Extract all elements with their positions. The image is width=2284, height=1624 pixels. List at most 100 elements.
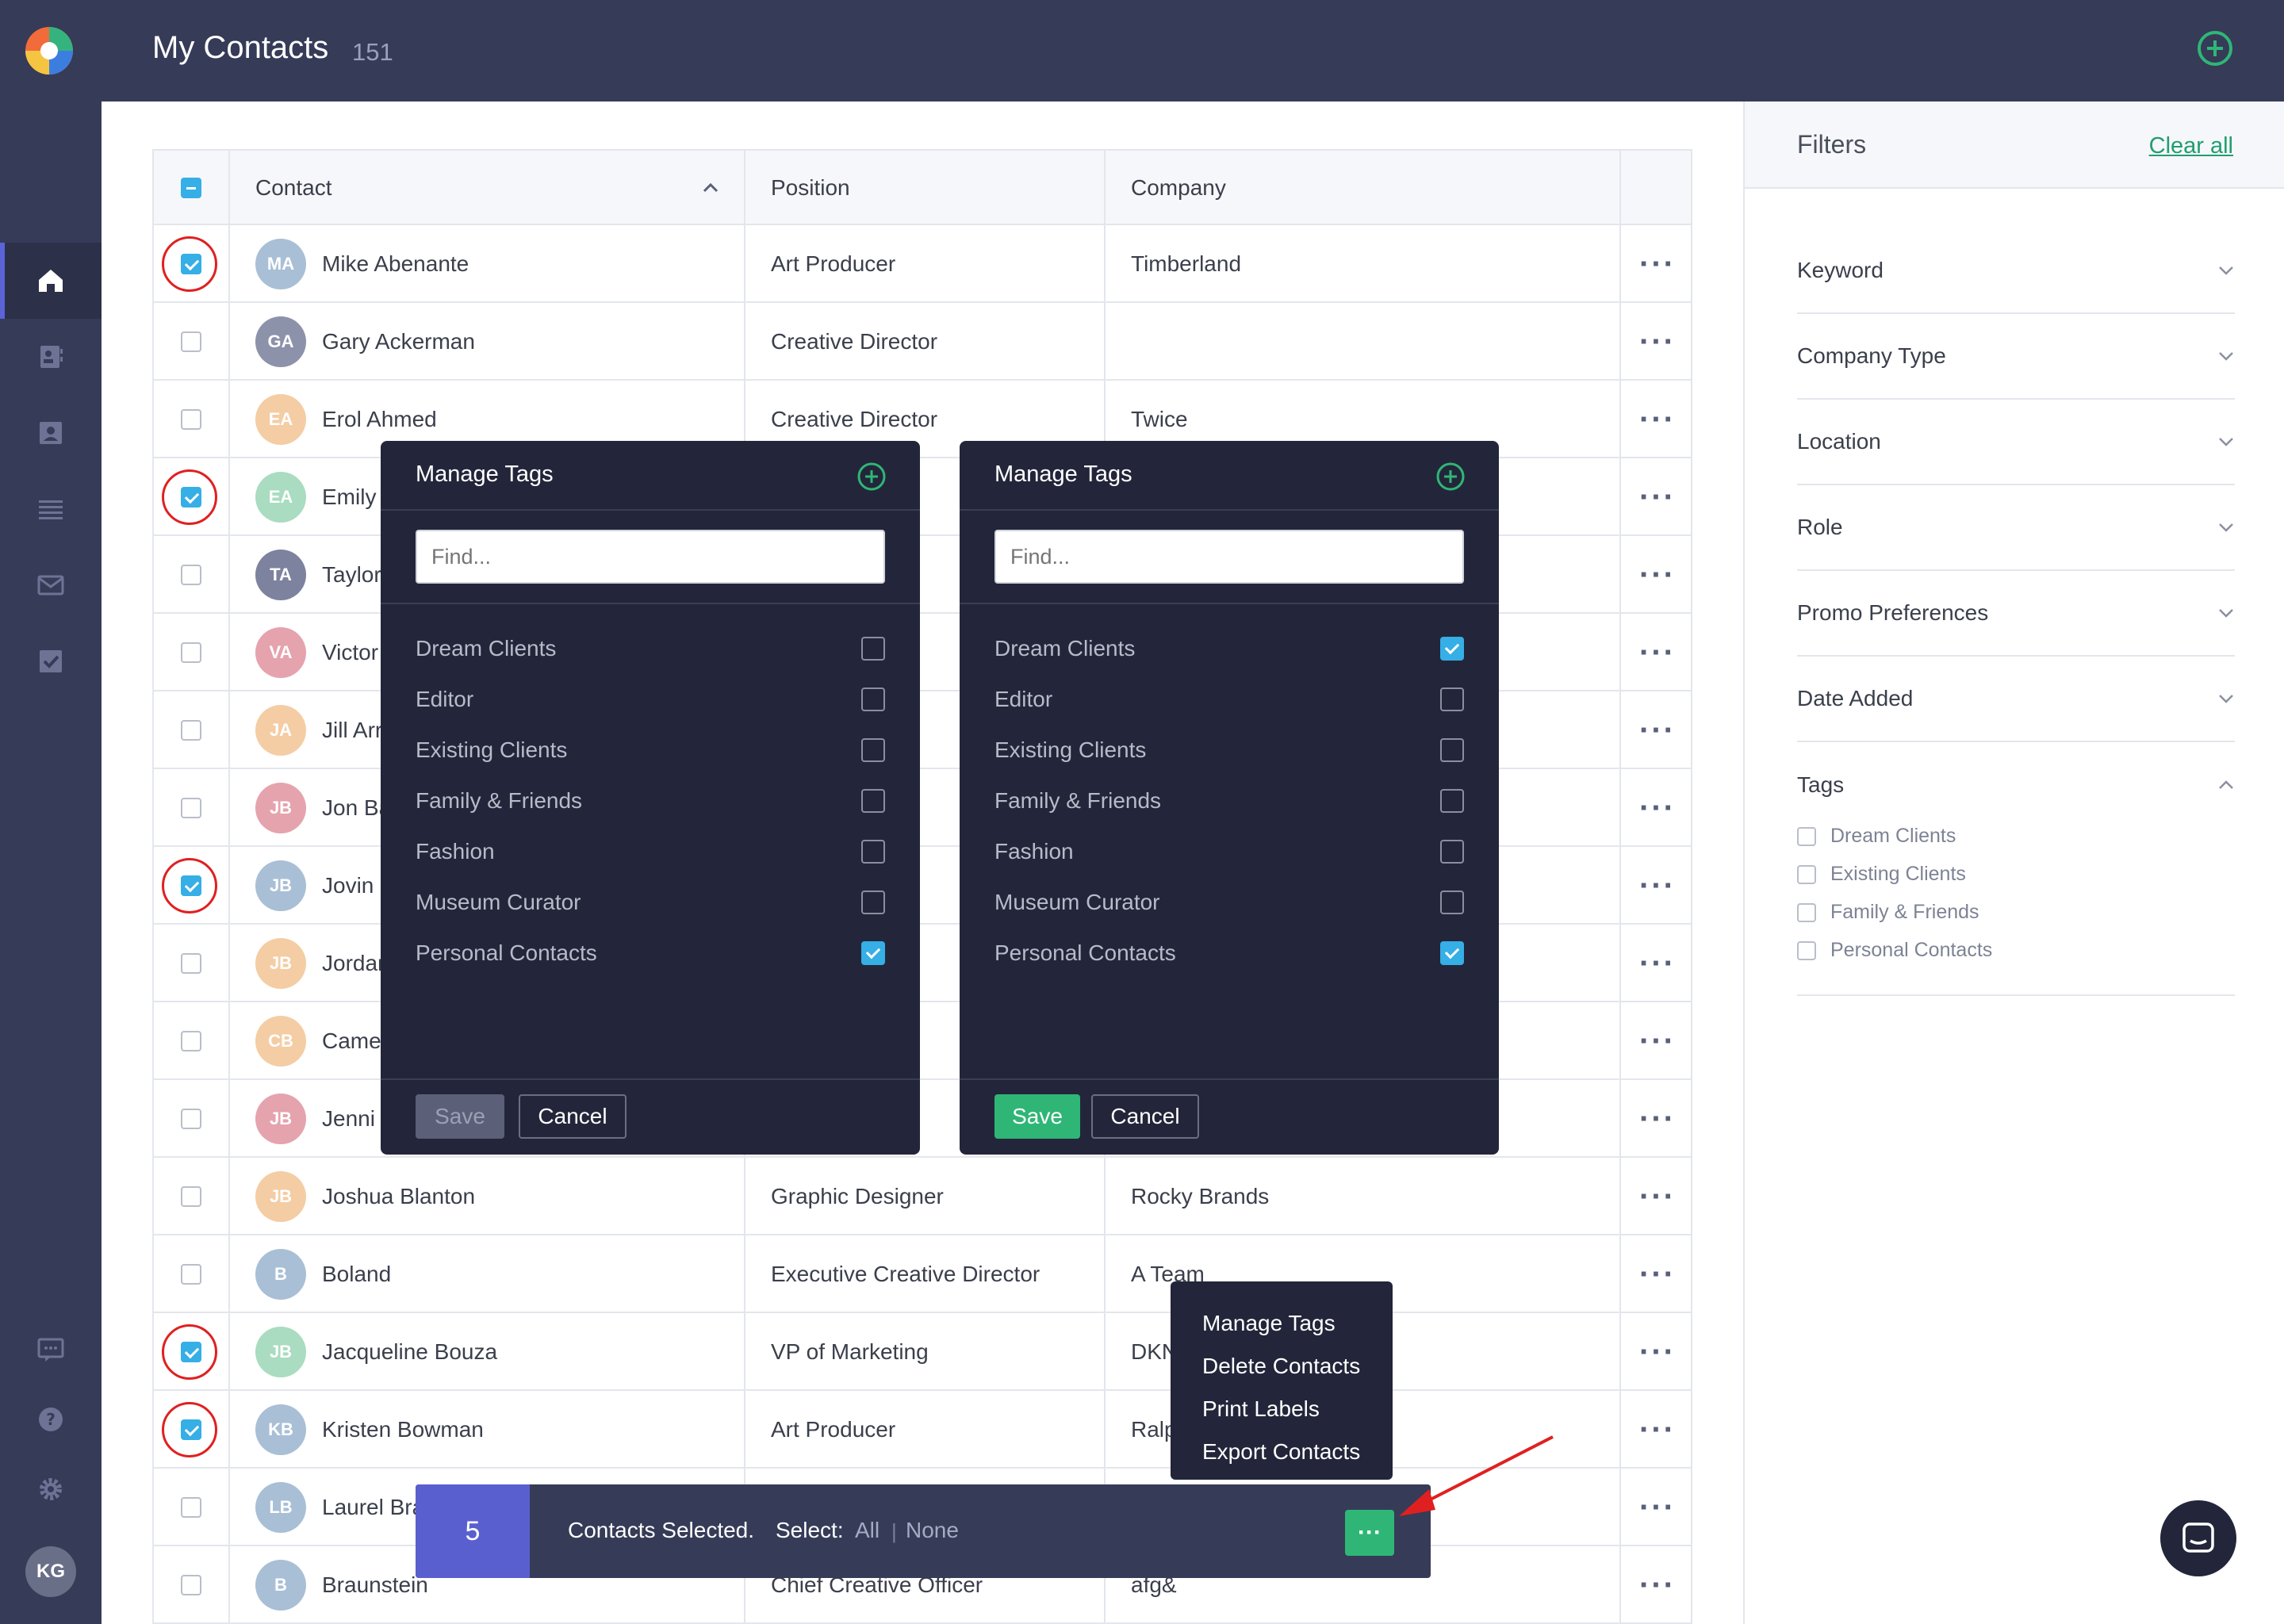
contact-name[interactable]: Taylor	[322, 562, 381, 588]
row-checkbox[interactable]	[181, 487, 201, 508]
row-actions-cell[interactable]: ···	[1621, 1235, 1694, 1313]
add-tag-icon[interactable]	[856, 462, 887, 492]
save-button[interactable]: Save	[416, 1094, 504, 1139]
header-select-all[interactable]	[154, 151, 230, 225]
user-avatar[interactable]: KG	[25, 1546, 76, 1597]
tag-filter-checkbox[interactable]	[1797, 826, 1816, 846]
tag-filter-checkbox[interactable]	[1797, 864, 1816, 884]
more-options-icon[interactable]: ···	[1639, 481, 1676, 513]
nav-help[interactable]: ?	[0, 1381, 102, 1457]
tag-filter-option[interactable]: Dream Clients	[1797, 825, 1956, 848]
row-checkbox[interactable]	[181, 1109, 201, 1129]
app-logo-icon[interactable]	[22, 24, 76, 78]
tag-option[interactable]: Existing Clients	[994, 725, 1464, 776]
chat-launcher-button[interactable]	[2160, 1500, 2236, 1576]
row-checkbox[interactable]	[181, 409, 201, 430]
tag-checkbox[interactable]	[1440, 891, 1464, 914]
contact-name[interactable]: Laurel Bra	[322, 1495, 424, 1520]
sort-ascending-icon[interactable]	[701, 178, 720, 197]
add-tag-icon[interactable]	[1435, 462, 1466, 492]
nav-mail[interactable]	[0, 547, 102, 623]
row-select-cell[interactable]	[154, 536, 230, 614]
row-select-cell[interactable]	[154, 614, 230, 691]
row-select-cell[interactable]	[154, 1313, 230, 1391]
contact-name[interactable]: Joshua Blanton	[322, 1184, 475, 1209]
contact-name[interactable]: Boland	[322, 1262, 391, 1287]
filter-section-promo-preferences[interactable]: Promo Preferences	[1797, 571, 2235, 657]
row-actions-cell[interactable]: ···	[1621, 691, 1694, 769]
more-options-icon[interactable]: ···	[1639, 1569, 1676, 1601]
row-actions-cell[interactable]: ···	[1621, 614, 1694, 691]
tag-option[interactable]: Museum Curator	[994, 877, 1464, 928]
nav-settings[interactable]	[0, 1451, 102, 1527]
tag-checkbox[interactable]	[1440, 789, 1464, 813]
column-contact[interactable]: Contact	[230, 151, 745, 225]
menu-export-contacts[interactable]: Export Contacts	[1171, 1431, 1393, 1473]
row-checkbox[interactable]	[181, 1419, 201, 1440]
row-checkbox[interactable]	[181, 1497, 201, 1518]
row-actions-cell[interactable]: ···	[1621, 925, 1694, 1002]
filter-section-role[interactable]: Role	[1797, 485, 2235, 571]
contact-cell[interactable]: KB Kristen Bowman	[230, 1391, 745, 1469]
row-actions-cell[interactable]: ···	[1621, 1546, 1694, 1624]
row-actions-cell[interactable]: ···	[1621, 225, 1694, 303]
select-all-link[interactable]: All	[855, 1518, 879, 1543]
tag-option[interactable]: Dream Clients	[994, 623, 1464, 674]
more-options-icon[interactable]: ···	[1639, 714, 1676, 746]
nav-lists[interactable]	[0, 471, 102, 547]
cancel-button[interactable]: Cancel	[1091, 1094, 1199, 1139]
tag-checkbox[interactable]	[1440, 941, 1464, 965]
menu-delete-contacts[interactable]: Delete Contacts	[1171, 1345, 1393, 1388]
tag-checkbox[interactable]	[861, 891, 885, 914]
tag-option[interactable]: Family & Friends	[416, 776, 885, 826]
row-checkbox[interactable]	[181, 331, 201, 352]
contact-name[interactable]: Mike Abenante	[322, 251, 469, 277]
select-none-link[interactable]: None	[906, 1518, 959, 1543]
tag-option[interactable]: Dream Clients	[416, 623, 885, 674]
row-checkbox[interactable]	[181, 953, 201, 974]
row-select-cell[interactable]	[154, 1158, 230, 1235]
row-actions-cell[interactable]: ···	[1621, 381, 1694, 458]
column-position[interactable]: Position	[745, 151, 1106, 225]
row-select-cell[interactable]	[154, 225, 230, 303]
table-row[interactable]: JB Joshua Blanton Graphic Designer Rocky Br…	[154, 1158, 1691, 1235]
save-button[interactable]: Save	[994, 1094, 1080, 1139]
row-checkbox[interactable]	[181, 875, 201, 896]
table-row[interactable]: GA Gary Ackerman Creative Director ···	[154, 303, 1691, 381]
find-tag-input[interactable]	[416, 530, 885, 584]
row-checkbox[interactable]	[181, 720, 201, 741]
row-select-cell[interactable]	[154, 1546, 230, 1624]
tag-checkbox[interactable]	[1440, 688, 1464, 711]
more-options-icon[interactable]: ···	[1639, 948, 1676, 979]
row-checkbox[interactable]	[181, 1186, 201, 1207]
row-actions-cell[interactable]: ···	[1621, 1313, 1694, 1391]
contact-name[interactable]: Camer	[322, 1028, 389, 1054]
filter-section-tags[interactable]: Tags	[1797, 742, 2235, 828]
more-options-icon[interactable]: ···	[1639, 248, 1676, 280]
contact-name[interactable]: Jordan	[322, 951, 390, 976]
more-options-icon[interactable]: ···	[1639, 404, 1676, 435]
contact-name[interactable]: Emily	[322, 485, 376, 510]
contact-cell[interactable]: GA Gary Ackerman	[230, 303, 745, 381]
row-select-cell[interactable]	[154, 1235, 230, 1313]
tag-option[interactable]: Fashion	[416, 826, 885, 877]
row-checkbox[interactable]	[181, 1575, 201, 1595]
more-options-icon[interactable]: ···	[1639, 1025, 1676, 1057]
tag-checkbox[interactable]	[1440, 840, 1464, 864]
contact-cell[interactable]: MA Mike Abenante	[230, 225, 745, 303]
more-options-icon[interactable]: ···	[1639, 1258, 1676, 1290]
tag-filter-option[interactable]: Personal Contacts	[1797, 939, 1992, 962]
row-actions-cell[interactable]: ···	[1621, 1391, 1694, 1469]
tag-option[interactable]: Existing Clients	[416, 725, 885, 776]
more-options-icon[interactable]: ···	[1639, 1492, 1676, 1523]
row-select-cell[interactable]	[154, 1080, 230, 1158]
clear-all-link[interactable]: Clear all	[2149, 133, 2233, 159]
row-checkbox[interactable]	[181, 1031, 201, 1051]
contact-name[interactable]: Erol Ahmed	[322, 407, 437, 432]
contact-name[interactable]: Victor	[322, 640, 378, 665]
tag-checkbox[interactable]	[1440, 637, 1464, 661]
more-options-icon[interactable]: ···	[1639, 559, 1676, 591]
more-options-icon[interactable]: ···	[1639, 637, 1676, 668]
nav-feedback[interactable]	[0, 1312, 102, 1388]
tag-option[interactable]: Family & Friends	[994, 776, 1464, 826]
